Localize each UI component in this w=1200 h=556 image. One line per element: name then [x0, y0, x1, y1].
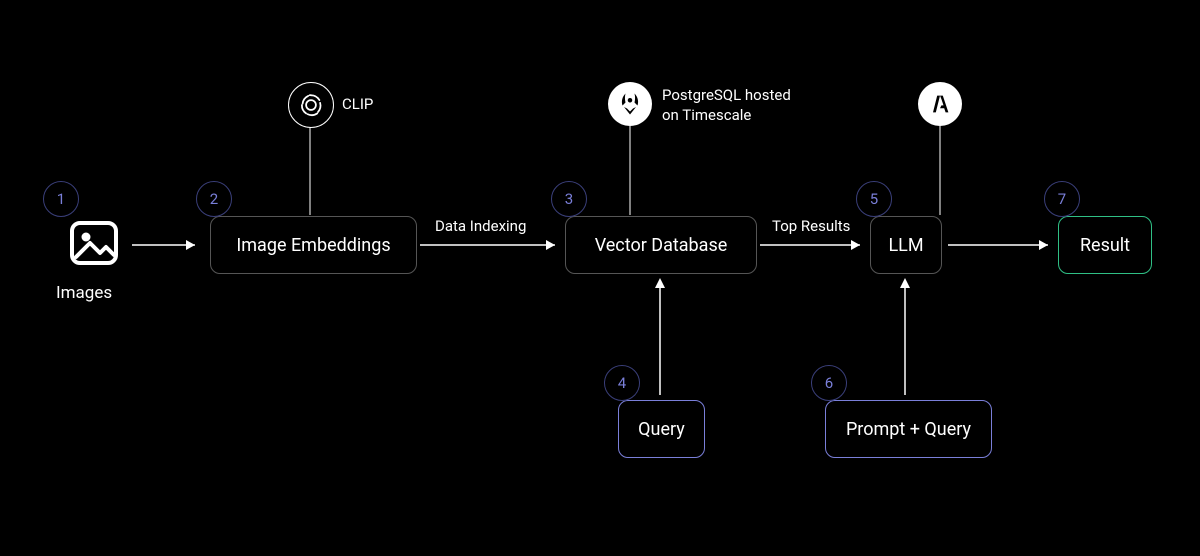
openai-icon [288, 82, 334, 128]
badge-1: 1 [43, 181, 79, 217]
node-llm: LLM [870, 216, 942, 274]
node-vector-database: Vector Database [565, 216, 757, 274]
edge-label-top-results: Top Results [772, 217, 850, 235]
badge-5: 5 [856, 181, 892, 217]
image-icon [66, 215, 122, 271]
node-query-label: Query [638, 419, 685, 440]
node-image-embeddings: Image Embeddings [210, 216, 417, 274]
connectors [0, 0, 1200, 556]
node-vector-database-label: Vector Database [595, 235, 728, 256]
node-llm-label: LLM [888, 235, 923, 256]
node-prompt-query-label: Prompt + Query [846, 419, 971, 440]
images-label: Images [56, 283, 112, 303]
badge-2: 2 [196, 181, 232, 217]
edge-label-data-indexing: Data Indexing [435, 217, 526, 235]
node-result-label: Result [1080, 235, 1130, 256]
node-image-embeddings-label: Image Embeddings [236, 235, 390, 256]
node-prompt-query: Prompt + Query [825, 400, 992, 458]
anthropic-icon [918, 82, 962, 126]
badge-6: 6 [811, 365, 847, 401]
node-query: Query [618, 400, 705, 458]
badge-4: 4 [604, 365, 640, 401]
node-result: Result [1058, 216, 1152, 274]
badge-7: 7 [1044, 181, 1080, 217]
images-icon-wrapper [66, 215, 122, 271]
timescale-label: PostgreSQL hosted on Timescale [662, 86, 791, 125]
clip-label: CLIP [342, 95, 373, 115]
badge-3: 3 [551, 181, 587, 217]
diagram-canvas: 1 Images Image Embeddings 2 Vector Datab… [0, 0, 1200, 556]
timescale-icon [608, 82, 652, 126]
